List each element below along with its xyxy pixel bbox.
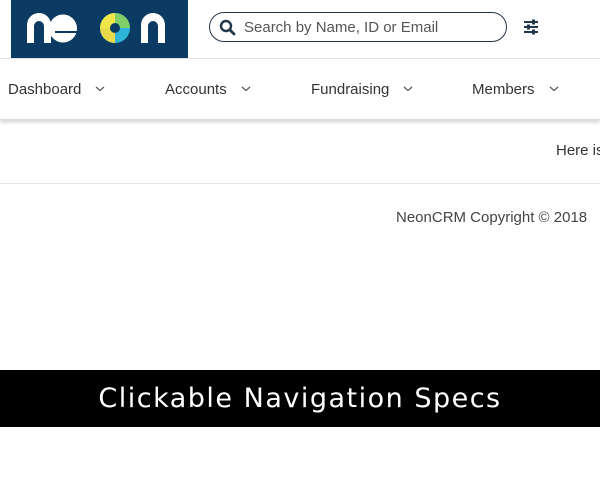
top-bar — [0, 0, 600, 59]
chevron-down-icon[interactable] — [95, 86, 105, 92]
main-nav: Dashboard Accounts Fundraising Members — [0, 59, 600, 120]
caption-banner: Clickable Navigation Specs — [0, 370, 600, 427]
search-icon[interactable] — [219, 19, 236, 36]
nav-item-accounts[interactable]: Accounts — [165, 59, 251, 119]
welcome-text: Here is — [556, 142, 600, 159]
neon-logo-mark — [27, 13, 165, 43]
banner-title: Clickable Navigation Specs — [98, 383, 502, 414]
nav-item-fundraising[interactable]: Fundraising — [311, 59, 413, 119]
nav-item-label: Dashboard — [8, 80, 82, 98]
nav-item-members[interactable]: Members — [472, 59, 559, 119]
search-box[interactable] — [209, 12, 507, 42]
nav-item-dashboard[interactable]: Dashboard — [8, 59, 105, 119]
chevron-down-icon[interactable] — [403, 86, 413, 92]
search-input[interactable] — [244, 16, 494, 38]
welcome-section: Here is — [0, 120, 600, 184]
neon-logo[interactable] — [11, 0, 188, 58]
copyright-text: NeonCRM Copyright © 2018 — [396, 209, 588, 226]
chevron-down-icon[interactable] — [241, 86, 251, 92]
nav-item-label: Members — [472, 80, 535, 98]
nav-item-label: Fundraising — [311, 80, 390, 98]
nav-item-label: Accounts — [165, 80, 227, 98]
chevron-down-icon[interactable] — [549, 86, 559, 92]
sliders-icon[interactable] — [522, 18, 540, 36]
